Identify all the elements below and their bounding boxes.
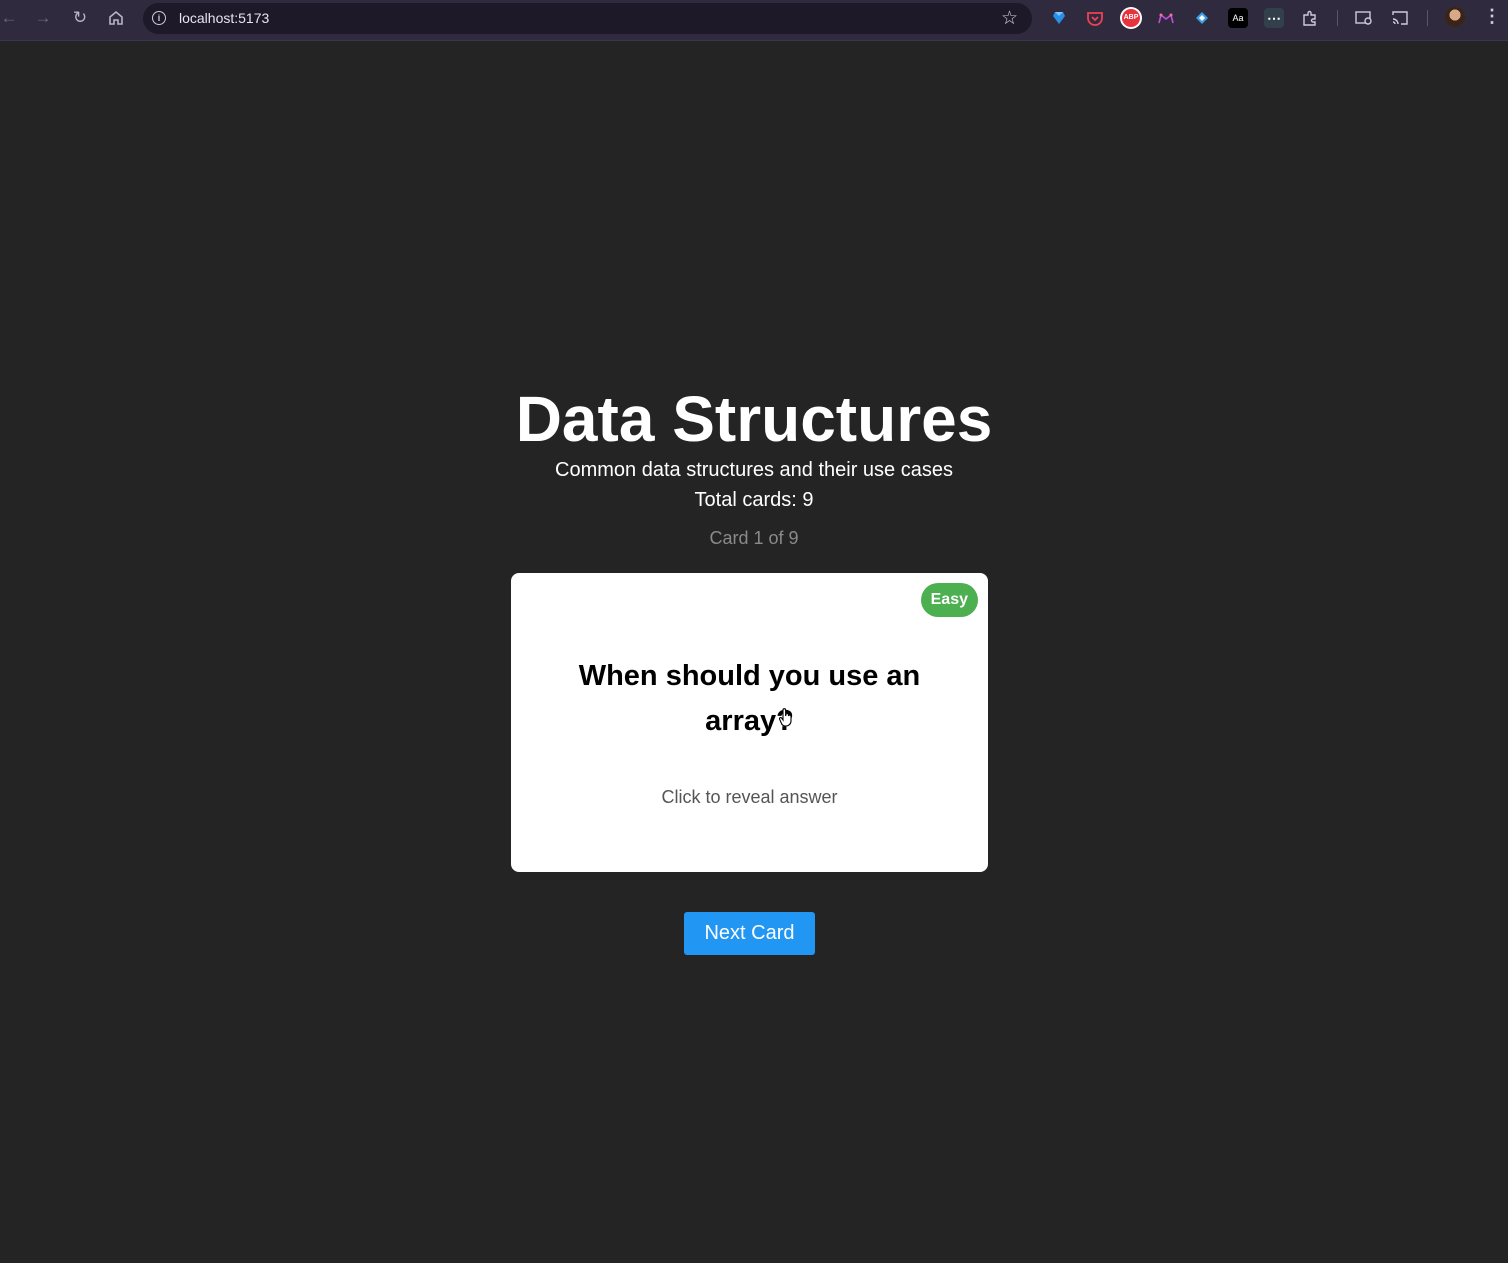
address-bar[interactable]: i localhost:5173 ☆ xyxy=(143,3,1032,34)
address-url[interactable]: localhost:5173 xyxy=(179,10,269,26)
dictionary-icon[interactable]: Aa xyxy=(1228,8,1248,28)
dropbox-icon[interactable] xyxy=(1192,8,1212,28)
pocket-icon[interactable] xyxy=(1085,8,1105,28)
adblock-label: ABP xyxy=(1122,9,1140,27)
next-card-button[interactable]: Next Card xyxy=(684,912,815,955)
crown-icon[interactable] xyxy=(1156,8,1176,28)
forward-arrow-icon[interactable]: → xyxy=(29,6,57,30)
toolbar-divider xyxy=(1427,10,1428,26)
adblock-icon[interactable]: ABP xyxy=(1120,7,1142,29)
page-title: Data Structures xyxy=(515,383,993,455)
page-subtitle: Common data structures and their use cas… xyxy=(555,459,953,481)
back-arrow-icon[interactable]: ← xyxy=(0,6,23,30)
dictionary-label: Aa xyxy=(1232,13,1244,23)
home-icon[interactable] xyxy=(102,6,130,30)
reading-list-icon[interactable] xyxy=(1354,8,1374,28)
reload-icon[interactable]: ↻ xyxy=(66,6,94,30)
gem-icon[interactable] xyxy=(1049,8,1069,28)
card-counter: Card 1 of 9 xyxy=(709,528,799,548)
hand-pointer-cursor-icon xyxy=(778,708,792,727)
card-question: When should you use an array? xyxy=(578,660,921,737)
profile-avatar[interactable] xyxy=(1445,7,1465,27)
site-info-icon[interactable]: i xyxy=(152,11,166,25)
total-cards-count: Total cards: 9 xyxy=(694,489,814,511)
bookmark-star-icon[interactable]: ☆ xyxy=(1001,7,1018,30)
cast-icon[interactable] xyxy=(1390,8,1410,28)
toolbar-divider xyxy=(1337,10,1338,26)
menu-kebab-icon[interactable]: ⋮ xyxy=(1483,6,1501,27)
reveal-hint: Click to reveal answer xyxy=(661,787,838,807)
difficulty-badge: Easy xyxy=(920,583,978,617)
flashcard[interactable]: Easy When should you use an array? Click… xyxy=(511,573,988,872)
puzzle-icon[interactable] xyxy=(1300,8,1320,28)
browser-toolbar: ← → ↻ i localhost:5173 ☆ ABP Aa ⋯ ⋮ xyxy=(0,0,1508,41)
dots-icon[interactable]: ⋯ xyxy=(1264,8,1284,28)
